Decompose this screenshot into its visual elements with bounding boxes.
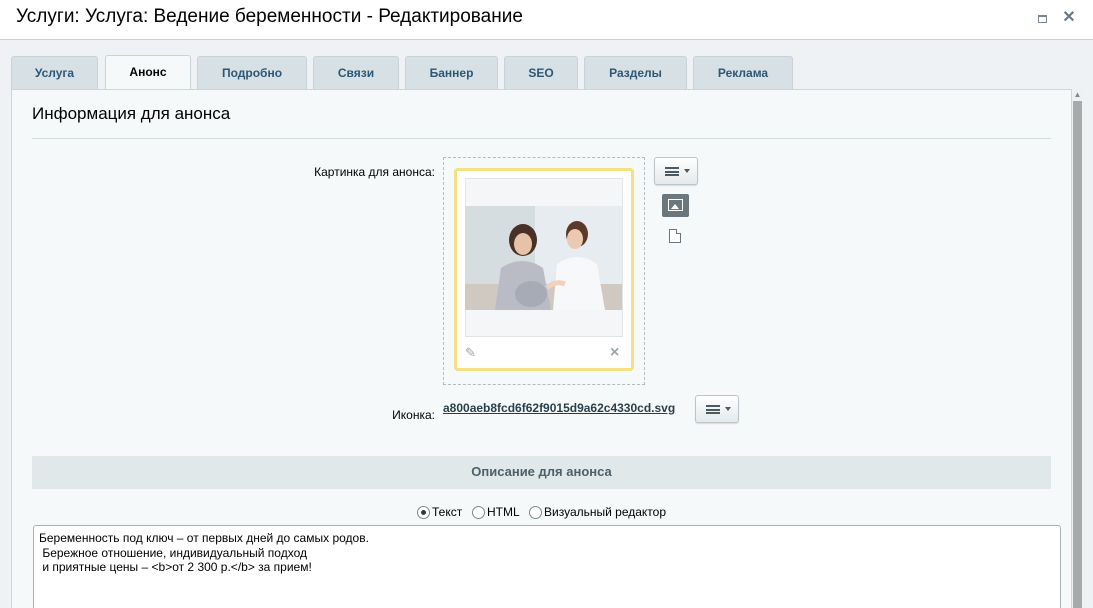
section-title: Информация для анонса bbox=[32, 104, 231, 123]
radio-unchecked[interactable] bbox=[529, 505, 542, 519]
icon-file-link[interactable]: a800aeb8fcd6f62f9015d9a62c4330cd.svg bbox=[443, 401, 675, 415]
tab-banner[interactable]: Баннер bbox=[405, 56, 498, 90]
maximize-icon[interactable] bbox=[1033, 9, 1051, 27]
mode-html-label: HTML bbox=[487, 505, 520, 519]
radio-checked[interactable] bbox=[417, 505, 430, 519]
close-icon[interactable]: ✕ bbox=[1060, 9, 1078, 27]
icon-label: Иконка: bbox=[392, 408, 435, 422]
scroll-thumb[interactable] bbox=[1073, 101, 1082, 608]
pencil-icon[interactable]: ✎ bbox=[465, 345, 479, 360]
tab-advertising[interactable]: Реклама bbox=[693, 56, 793, 90]
image-mode-icon[interactable] bbox=[662, 194, 689, 217]
file-icon[interactable] bbox=[669, 229, 681, 243]
icon-menu-button[interactable] bbox=[695, 395, 739, 423]
tab-announce[interactable]: Анонс bbox=[105, 55, 191, 90]
picture-menu-button[interactable] bbox=[654, 157, 698, 185]
mode-visual-label: Визуальный редактор bbox=[544, 505, 667, 519]
tab-details[interactable]: Подробно bbox=[197, 56, 307, 90]
radio-unchecked[interactable] bbox=[472, 505, 485, 519]
chevron-down-icon bbox=[684, 169, 690, 173]
close-icon[interactable]: × bbox=[610, 344, 624, 361]
tab-links[interactable]: Связи bbox=[313, 56, 399, 90]
window-titlebar: Услуги: Услуга: Ведение беременности - Р… bbox=[0, 0, 1093, 40]
mode-text-label: Текст bbox=[432, 505, 463, 519]
tab-sections[interactable]: Разделы bbox=[584, 56, 687, 90]
description-header: Описание для анонса bbox=[32, 456, 1051, 489]
mode-visual-radio[interactable]: Визуальный редактор bbox=[529, 504, 666, 520]
tab-service[interactable]: Услуга bbox=[11, 56, 98, 90]
section-divider bbox=[32, 138, 1051, 139]
scroll-up-icon[interactable]: ▲ bbox=[1072, 89, 1083, 100]
picture-label: Картинка для анонса: bbox=[314, 165, 435, 179]
chevron-down-icon bbox=[725, 407, 731, 411]
tab-seo[interactable]: SEO bbox=[504, 56, 578, 90]
description-textarea[interactable]: Беременность под ключ – от первых дней д… bbox=[33, 525, 1061, 608]
menu-icon bbox=[665, 167, 679, 176]
mode-html-radio[interactable]: HTML bbox=[472, 504, 520, 520]
mode-text-radio[interactable]: Текст bbox=[417, 504, 462, 520]
window-title: Услуги: Услуга: Ведение беременности - Р… bbox=[16, 6, 523, 27]
scrollbar[interactable]: ▲ bbox=[1072, 89, 1083, 608]
menu-icon bbox=[706, 405, 720, 414]
announce-picture bbox=[465, 206, 622, 310]
